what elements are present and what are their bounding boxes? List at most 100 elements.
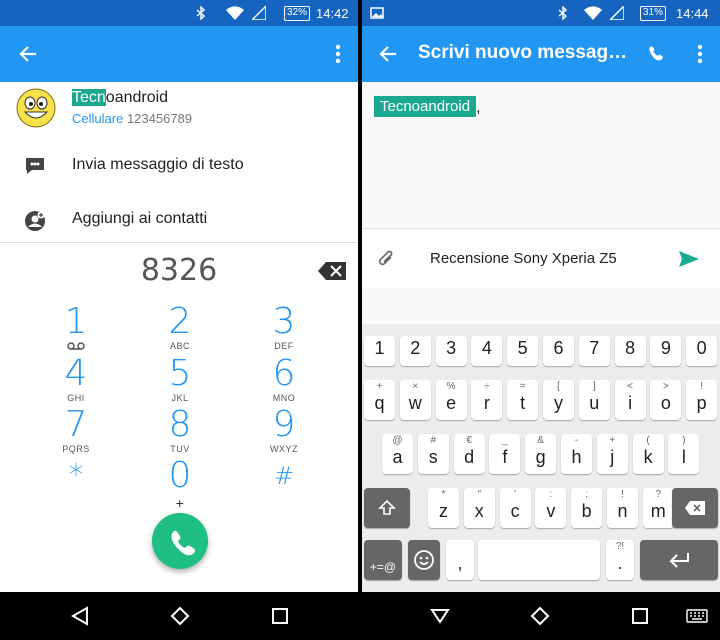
letter-key[interactable]: (k — [632, 434, 664, 474]
keyboard-switch-icon[interactable] — [682, 604, 712, 628]
period-key[interactable]: ?!. — [606, 540, 634, 580]
phone-icon — [171, 530, 196, 556]
dial-key[interactable]: 1 — [36, 303, 116, 353]
letter-key[interactable]: = t — [507, 380, 539, 420]
nav-home-icon[interactable] — [164, 602, 196, 630]
nav-hide-keyboard-icon[interactable] — [424, 602, 456, 630]
letter-key[interactable]: > o — [650, 380, 682, 420]
key-label: g — [535, 447, 546, 467]
dial-key[interactable]: 5 JKL — [140, 355, 220, 405]
number-key[interactable]: 9 — [650, 336, 682, 366]
add-contact-row[interactable]: Aggiungi ai contatti — [0, 196, 358, 242]
letter-key[interactable]: & g — [525, 434, 557, 474]
navigation-bar — [362, 592, 720, 640]
key-secondary-label: ÷ — [484, 381, 490, 392]
letter-key[interactable]: € d — [453, 434, 485, 474]
letter-key[interactable]: [y — [543, 380, 574, 420]
letter-key[interactable]: ! n — [607, 488, 638, 528]
key-secondary-label: & — [537, 435, 545, 446]
letter-key[interactable]: + j — [596, 434, 628, 474]
letter-key[interactable]: # s — [417, 434, 449, 474]
call-button[interactable] — [152, 513, 208, 569]
key-secondary-label: % — [446, 381, 456, 392]
number-key[interactable]: 2 — [399, 336, 431, 366]
dial-key[interactable]: 2 ABC — [140, 303, 220, 353]
letter-key[interactable]: % e — [435, 380, 467, 420]
nav-back-icon[interactable] — [64, 602, 96, 630]
dial-key[interactable]: * — [36, 457, 116, 507]
comma-key[interactable]: , — [446, 540, 474, 580]
symbols-key[interactable]: +=@ — [364, 540, 402, 580]
letter-key[interactable]: " x — [463, 488, 495, 528]
letter-key[interactable]: × w — [399, 380, 431, 420]
backspace-icon[interactable] — [316, 259, 348, 283]
dial-key[interactable]: 0 + — [140, 457, 220, 512]
back-arrow-icon[interactable] — [370, 36, 406, 72]
letter-key[interactable]: _ f — [489, 434, 521, 474]
nav-home-icon[interactable] — [524, 602, 556, 630]
letter-key[interactable]: < i — [614, 380, 646, 420]
letter-key[interactable]: ) l — [668, 434, 700, 474]
nav-recents-icon[interactable] — [264, 602, 296, 630]
number-key[interactable]: 3 — [435, 336, 467, 366]
letter-key[interactable]: ! p — [686, 380, 718, 420]
shift-key[interactable] — [364, 488, 410, 528]
letter-key[interactable]: ; b — [571, 488, 603, 528]
call-icon[interactable] — [640, 38, 672, 70]
nav-recents-icon[interactable] — [624, 602, 656, 630]
number-key[interactable]: 6 — [543, 336, 574, 366]
key-secondary-label: ) — [682, 435, 686, 446]
send-sms-row[interactable]: Invia messaggio di testo — [0, 140, 358, 190]
key-label: v — [546, 501, 556, 521]
letter-key[interactable]: * z — [428, 488, 459, 528]
letter-key[interactable]: -h — [561, 434, 592, 474]
dial-key[interactable]: 3 DEF — [244, 303, 324, 353]
letter-key[interactable]: + q — [364, 380, 395, 420]
message-input[interactable]: Recensione Sony Xperia Z5 — [430, 250, 617, 267]
letter-key[interactable]: ] u — [578, 380, 610, 420]
space-key[interactable] — [478, 540, 600, 580]
key-secondary-label: - — [574, 435, 579, 446]
attach-icon[interactable] — [374, 247, 398, 271]
dial-key[interactable]: 4 GHI — [36, 355, 116, 405]
letter-key[interactable]: ÷ r — [471, 380, 503, 420]
key-label: a — [392, 447, 403, 467]
more-options-icon[interactable] — [322, 36, 354, 72]
letter-key[interactable]: @ a — [382, 434, 413, 474]
letter-key[interactable]: ' c — [499, 488, 531, 528]
letter-key[interactable]: :v — [535, 488, 567, 528]
key-secondary-label: ; — [585, 489, 589, 500]
app-bar: Scrivi nuovo messag… — [362, 26, 720, 82]
dialer-screen: 32% 14:42 Tecnoandroid Cellulare 1234567… — [0, 0, 358, 640]
number-key[interactable]: 8 — [614, 336, 646, 366]
key-label: n — [617, 501, 628, 521]
letter-key[interactable]: ? m — [642, 488, 674, 528]
more-options-icon[interactable] — [684, 36, 716, 72]
key-label: o — [660, 393, 671, 413]
dial-key[interactable]: 8 TUV — [140, 406, 220, 456]
number-key[interactable]: 5 — [507, 336, 539, 366]
shift-icon — [378, 499, 396, 515]
number-key[interactable]: 1 — [364, 336, 395, 366]
recipients-field[interactable]: Tecnoandroid, — [374, 96, 481, 117]
backspace-key[interactable] — [672, 488, 718, 528]
back-arrow-icon[interactable] — [10, 36, 46, 72]
send-icon[interactable] — [674, 245, 704, 273]
dial-key[interactable]: 7 PQRS — [36, 406, 116, 456]
number-key[interactable]: 0 — [686, 336, 718, 366]
emoji-key[interactable] — [408, 540, 440, 580]
image-notification-icon — [370, 0, 384, 26]
contact-name[interactable]: Tecnoandroid — [72, 89, 168, 107]
recipient-chip[interactable]: Tecnoandroid — [374, 96, 477, 117]
key-label: . — [617, 553, 623, 573]
dial-key[interactable]: 6 MNO — [244, 355, 324, 405]
enter-key[interactable] — [640, 540, 718, 580]
key-secondary-label: : — [549, 489, 553, 500]
key-secondary-label: " — [477, 489, 482, 500]
dial-key[interactable]: 9 WXYZ — [244, 406, 324, 456]
dial-key[interactable]: # — [244, 457, 324, 507]
contact-avatar[interactable] — [16, 88, 56, 128]
emoji-icon — [414, 550, 434, 570]
number-key[interactable]: 4 — [471, 336, 503, 366]
number-key[interactable]: 7 — [578, 336, 610, 366]
